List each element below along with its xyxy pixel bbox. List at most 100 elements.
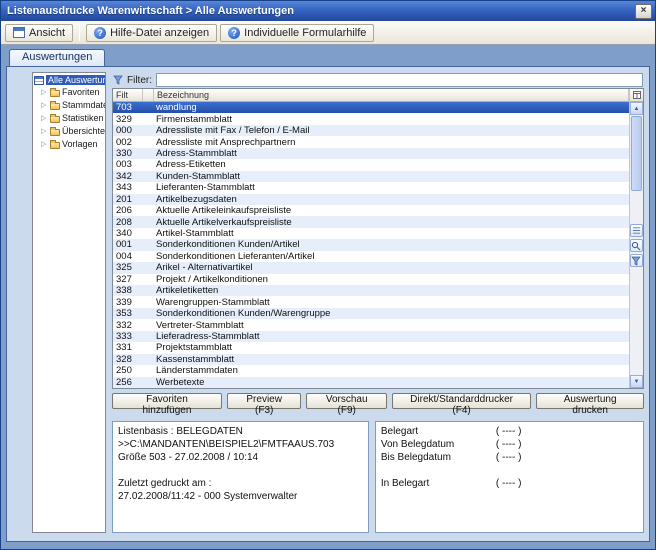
table-row[interactable]: 250Länderstammdaten (113, 365, 629, 376)
table-row[interactable]: 001Sonderkonditionen Kunden/Artikel (113, 239, 629, 250)
belegart-row: Von Belegdatum( ---- ) (381, 438, 638, 451)
tab-strip: Auswertungen (6, 49, 650, 66)
row-filter-nr: 256 (113, 377, 143, 388)
table-row[interactable]: 004Sonderkonditionen Lieferanten/Artikel (113, 251, 629, 262)
table-row[interactable]: 343Lieferanten-Stammblatt (113, 182, 629, 193)
tree-root-label: Alle Auswertungen (46, 75, 106, 85)
tree-item-label: Statistiken (62, 113, 104, 123)
table-row[interactable]: 325Arikel - Alternativartikel (113, 262, 629, 273)
table-row[interactable]: 703 wandlung (113, 102, 629, 113)
tree-item-vorlagen[interactable]: ▷Vorlagen (34, 137, 104, 150)
action-button-vorschau-f9[interactable]: Vorschau (F9) (306, 393, 386, 409)
table-row[interactable]: 340Artikel-Stammblatt (113, 228, 629, 239)
table-row[interactable]: 331 Projektstammblatt (113, 342, 629, 353)
folder-icon (50, 103, 60, 110)
expander-icon[interactable]: ▷ (41, 88, 48, 96)
table-row[interactable]: 329Firmenstammblatt (113, 113, 629, 124)
table-row[interactable]: 003Adress-Etiketten (113, 159, 629, 170)
row-filter-nr: 338 (113, 285, 143, 296)
close-button[interactable]: × (635, 4, 652, 19)
scroll-up-arrow[interactable]: ▲ (630, 102, 643, 115)
action-button-auswertung-drucken[interactable]: Auswertung drucken (536, 393, 644, 409)
file-info-panel: Listenbasis : BELEGDATEN>>C:\MANDANTEN\B… (112, 421, 369, 533)
expander-icon[interactable]: ▷ (41, 101, 48, 109)
action-button-row: Favoriten hinzufügen Preview (F3)Vorschau… (112, 393, 644, 409)
table-row[interactable]: 342Kunden-Stammblatt (113, 171, 629, 182)
table-row[interactable]: 328Kassenstammblatt (113, 354, 629, 365)
table-row[interactable]: 332Vertreter-Stammblatt (113, 319, 629, 330)
toolbar: Ansicht? Hilfe-Datei anzeigen ?Individuell… (1, 21, 655, 45)
belegart-value: ( ---- ) (496, 477, 522, 490)
table-row[interactable]: 206Aktuelle Artikeleinkaufspreisliste (113, 205, 629, 216)
action-button-direkt-standarddrucker-f4[interactable]: Direkt/Standarddrucker (F4) (392, 393, 531, 409)
row-filter-nr: 331 (113, 342, 143, 353)
expander-icon[interactable]: ▷ (41, 140, 48, 148)
row-bezeichnung: wandlung (154, 102, 629, 113)
table-row[interactable]: 000Adressliste mit Fax / Telefon / E-Mai… (113, 125, 629, 136)
tree-item-favoriten[interactable]: ▷Favoriten (34, 85, 104, 98)
scroll-track[interactable] (630, 192, 643, 375)
tree-item-alle-auswertungen[interactable]: Alle Auswertungen (34, 75, 104, 85)
row-bezeichnung: Sonderkonditionen Kunden/Warengruppe (154, 308, 629, 319)
expander-icon[interactable]: ▷ (41, 114, 48, 122)
row-filter-nr: 325 (113, 262, 143, 273)
toolbar-button-ansicht[interactable]: Ansicht (5, 24, 73, 42)
table-row[interactable]: 256Werbetexte (113, 377, 629, 388)
table-row[interactable]: 208Aktuelle Artikelverkaufspreisliste (113, 216, 629, 227)
main-area: Filter: Filt Bezeichnung 703wandlung329F… (112, 72, 644, 533)
table-row[interactable]: 339Warengruppen-Stammblatt (113, 296, 629, 307)
action-button-favoriten-hinzufuegen[interactable]: Favoriten hinzufügen (112, 393, 222, 409)
column-header-icon[interactable] (143, 89, 154, 101)
belegart-value: ( ---- ) (496, 451, 522, 464)
scroll-down-arrow[interactable]: ▼ (630, 375, 643, 388)
row-bezeichnung: Vertreter-Stammblatt (154, 320, 629, 331)
column-header-bezeichnung[interactable]: Bezeichnung (154, 89, 629, 101)
belegart-value: ( ---- ) (496, 438, 522, 451)
row-bezeichnung: Projektstammblatt (154, 342, 629, 353)
filter-input[interactable] (156, 73, 643, 87)
row-filter-nr: 339 (113, 297, 143, 308)
grip-icon[interactable] (630, 224, 643, 237)
search-icon[interactable] (630, 239, 643, 252)
belegart-value: ( ---- ) (496, 425, 522, 438)
row-bezeichnung: Aktuelle Artikeleinkaufspreisliste (154, 205, 629, 216)
tab-auswertungen[interactable]: Auswertungen (9, 49, 105, 66)
tree-panel: Alle Auswertungen ▷Favoriten▷Stammdaten▷… (32, 72, 106, 533)
row-bezeichnung: Adressliste mit Fax / Telefon / E-Mail (154, 125, 629, 136)
belegart-label: Bis Belegdatum (381, 451, 496, 464)
tree-children: ▷Favoriten▷Stammdaten▷Statistiken▷Übersi… (34, 85, 104, 150)
table-row[interactable]: 327Projekt / Artikelkonditionen (113, 274, 629, 285)
table-row[interactable]: 201Artikelbezugsdaten (113, 194, 629, 205)
row-bezeichnung: Lieferanten-Stammblatt (154, 182, 629, 193)
tree-item-statistiken[interactable]: ▷ Statistiken (34, 111, 104, 124)
app-window: Listenausdrucke Warenwirtschaft > Alle A… (0, 0, 656, 550)
info-line: Zuletzt gedruckt am : (118, 477, 363, 490)
row-filter-nr: 201 (113, 194, 143, 205)
expander-icon[interactable]: ▷ (41, 127, 48, 135)
row-filter-nr: 250 (113, 365, 143, 376)
toolbar-button-individuelle-formularhilfe[interactable]: ?Individuelle Formularhilfe (220, 24, 374, 42)
row-filter-nr: 003 (113, 159, 143, 170)
filter-icon[interactable] (630, 254, 643, 267)
column-options-button[interactable] (630, 89, 643, 102)
tree-item-stammdaten[interactable]: ▷Stammdaten (34, 98, 104, 111)
toolbar-button-label: Hilfe-Datei anzeigen (110, 27, 209, 39)
tree-item-uebersichten[interactable]: ▷Übersichten (34, 124, 104, 137)
toolbar-button-hilfe-datei-anzeigen[interactable]: ? Hilfe-Datei anzeigen (86, 24, 217, 42)
table-row[interactable]: 330Adress-Stammblatt (113, 148, 629, 159)
side-tools (629, 224, 643, 267)
view-icon (13, 27, 25, 38)
column-header-filt[interactable]: Filt (113, 89, 143, 101)
help-icon: ? (94, 27, 106, 39)
table-row[interactable]: 002Adressliste mit Ansprechpartnern (113, 136, 629, 147)
table-row[interactable]: 353Sonderkonditionen Kunden/Warengruppe (113, 308, 629, 319)
row-filter-nr: 208 (113, 217, 143, 228)
table-row[interactable]: 333Lieferadress-Stammblatt (113, 331, 629, 342)
reports-icon (34, 76, 44, 85)
table-row[interactable]: 338Artikeletiketten (113, 285, 629, 296)
row-filter-nr: 342 (113, 171, 143, 182)
action-button-preview-f3[interactable]: Preview (F3) (227, 393, 302, 409)
row-bezeichnung: Sonderkonditionen Lieferanten/Artikel (154, 251, 629, 262)
scroll-thumb[interactable] (631, 116, 642, 191)
row-filter-nr: 703 (113, 102, 143, 113)
